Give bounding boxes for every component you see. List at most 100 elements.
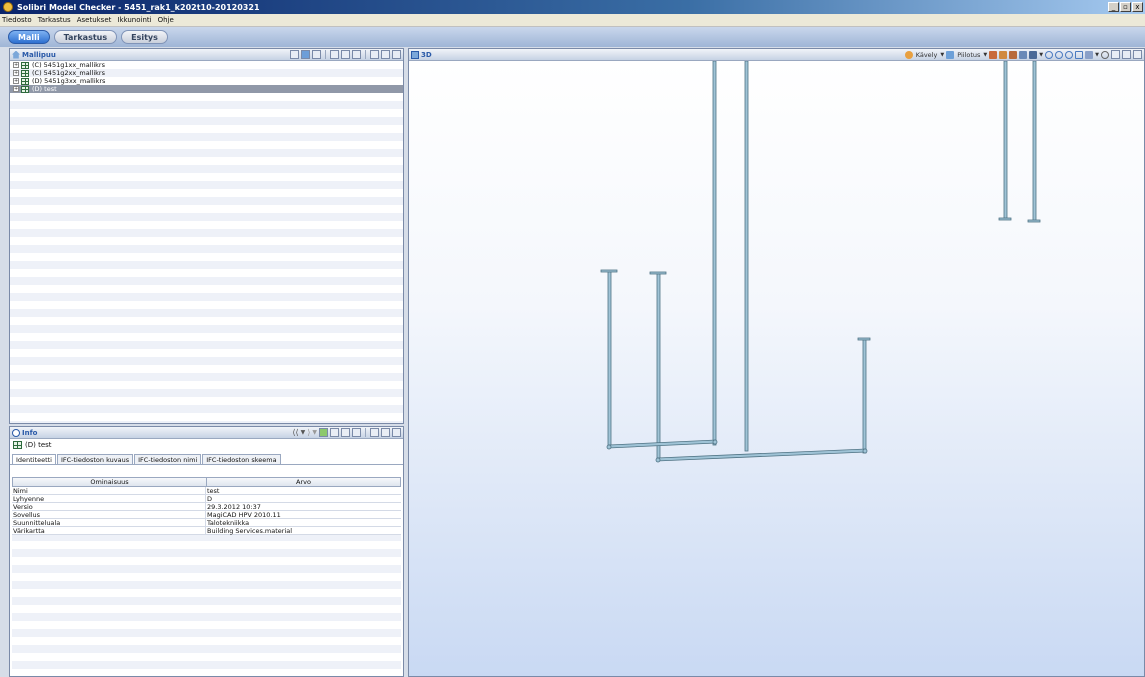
menu-ikkunointi[interactable]: Ikkunointi (117, 16, 151, 24)
menu-tarkastus[interactable]: Tarkastus (38, 16, 71, 24)
menu-asetukset[interactable]: Asetukset (77, 16, 112, 24)
model-icon (21, 85, 29, 93)
table-row[interactable]: Lyhyenne D (12, 495, 401, 503)
close-panel-icon[interactable] (392, 428, 401, 437)
table-row[interactable]: Versio 29.3.2012 10:37 (12, 503, 401, 511)
camera-icon[interactable] (1029, 50, 1038, 59)
zoom-window-icon[interactable] (1075, 50, 1084, 59)
perspective-esitys-button[interactable]: Esitys (121, 30, 168, 44)
collapse-all-icon[interactable] (341, 428, 350, 437)
property-name: Versio (12, 503, 206, 511)
tree-item[interactable]: + (D) 5451g3xx_mallikrs (10, 77, 403, 85)
title-bar: Solibri Model Checker - 5451_rak1_k202t1… (0, 0, 1145, 14)
pipe-cap (649, 271, 667, 275)
model-tree-toolbar (290, 50, 401, 59)
dropdown-icon[interactable]: ▼ (1039, 52, 1043, 58)
column-header-value[interactable]: Arvo (207, 478, 400, 486)
pipe-segment (862, 338, 867, 454)
property-name: Suunnitteluala (12, 519, 206, 527)
model-tree-header: Mallipuu (10, 49, 403, 61)
transparency-icon[interactable] (989, 50, 998, 59)
maximize-panel-icon[interactable] (381, 428, 390, 437)
property-name: Lyhyenne (12, 495, 206, 503)
pipe-cap (857, 337, 871, 341)
minimize-button[interactable]: _ (1108, 2, 1119, 12)
tab-ifc-nimi[interactable]: IFC-tiedoston nimi (134, 454, 202, 464)
forward-icon[interactable]: ⟩ (307, 428, 310, 437)
tree-item-label: (D) test (32, 85, 57, 93)
measure-icon[interactable] (1085, 50, 1094, 59)
hide-mode-button[interactable]: Piilotus (957, 51, 980, 59)
settings-icon[interactable] (1101, 50, 1109, 59)
view-3d-header: 3D Kävely ▼ Piilotus ▼ ▼ ▼ (409, 49, 1144, 61)
property-name: Sovellus (12, 511, 206, 519)
pipe-joint (655, 457, 661, 463)
restore-panel-icon[interactable] (370, 428, 379, 437)
pipe-joint (862, 448, 868, 454)
expand-all-icon[interactable] (330, 428, 339, 437)
sync-icon[interactable] (319, 428, 328, 437)
expand-icon[interactable]: + (13, 86, 19, 92)
tab-identiteetti[interactable]: Identiteetti (12, 454, 56, 464)
expand-icon[interactable]: + (13, 78, 19, 84)
zoom-in-icon[interactable] (1055, 50, 1064, 59)
collapse-all-icon[interactable] (341, 50, 350, 59)
section-icon[interactable] (999, 50, 1008, 59)
filter-icon[interactable] (290, 50, 299, 59)
table-row[interactable]: Nimi test (12, 487, 401, 495)
tree-item[interactable]: + (C) 5451g2xx_mallikrs (10, 69, 403, 77)
slice-icon[interactable] (1009, 50, 1018, 59)
expand-icon[interactable]: + (13, 62, 19, 68)
perspective-tarkastus-button[interactable]: Tarkastus (53, 30, 118, 44)
dropdown-icon[interactable]: ▼ (301, 429, 306, 436)
table-row[interactable]: Värikartta Building Services.material (12, 527, 401, 535)
restore-panel-icon[interactable] (370, 50, 379, 59)
restore-panel-icon[interactable] (1111, 50, 1120, 59)
tree-item-selected[interactable]: + (D) test (10, 85, 403, 93)
walk-mode-button[interactable]: Kävely (916, 51, 938, 59)
close-panel-icon[interactable] (1133, 50, 1142, 59)
tab-ifc-skeema[interactable]: IFC-tiedoston skeema (202, 454, 281, 464)
menu-ohje[interactable]: Ohje (158, 16, 174, 24)
dropdown-icon[interactable]: ▼ (1095, 52, 1099, 58)
table-row[interactable]: Suunnitteluala Talotekniikka (12, 519, 401, 527)
window-title: Solibri Model Checker - 5451_rak1_k202t1… (17, 2, 260, 12)
menu-tiedosto[interactable]: Tiedosto (2, 16, 32, 24)
info-tabs: Identiteetti IFC-tiedoston kuvaus IFC-ti… (10, 454, 403, 465)
maximize-panel-icon[interactable] (1122, 50, 1131, 59)
restore-button[interactable]: ▫ (1120, 2, 1131, 12)
expand-icon[interactable]: + (13, 70, 19, 76)
close-button[interactable]: x (1132, 2, 1143, 12)
info-icon (12, 428, 20, 437)
back-icon[interactable]: ⟨⟨ (292, 428, 298, 437)
expand-all-icon[interactable] (330, 50, 339, 59)
zoom-out-icon[interactable] (1065, 50, 1074, 59)
select-icon[interactable] (301, 50, 310, 59)
close-panel-icon[interactable] (392, 50, 401, 59)
tree-item[interactable]: + (C) 5451g1xx_mallikrs (10, 61, 403, 69)
model-tree-title: Mallipuu (22, 50, 56, 59)
3d-canvas[interactable] (409, 60, 1144, 676)
info-selected-item: (D) test (10, 439, 403, 451)
list-icon[interactable] (312, 50, 321, 59)
dropdown-icon[interactable]: ▼ (312, 429, 317, 436)
perspective-malli-button[interactable]: Malli (8, 30, 50, 44)
dropdown-icon[interactable]: ▼ (983, 52, 987, 58)
column-header-property[interactable]: Ominaisuus (13, 478, 207, 486)
table-row[interactable]: Sovellus MagiCAD HPV 2010.11 (12, 511, 401, 519)
menu-bar: Tiedosto Tarkastus Asetukset Ikkunointi … (0, 14, 1145, 27)
view-3d-title: 3D (421, 50, 432, 59)
flat-list-icon[interactable] (352, 50, 361, 59)
tree-item-label: (C) 5451g2xx_mallikrs (32, 69, 105, 77)
selected-item-label: (D) test (25, 441, 52, 449)
dropdown-icon[interactable]: ▼ (940, 52, 944, 58)
layers-icon[interactable] (1019, 50, 1028, 59)
maximize-panel-icon[interactable] (381, 50, 390, 59)
zoom-fit-icon[interactable] (1045, 50, 1054, 59)
window-controls: _ ▫ x (1108, 2, 1143, 12)
tab-ifc-kuvaus[interactable]: IFC-tiedoston kuvaus (56, 454, 134, 464)
pipe-segment (656, 272, 661, 460)
list-icon[interactable] (352, 428, 361, 437)
property-name: Värikartta (12, 527, 206, 535)
view-3d-panel: 3D Kävely ▼ Piilotus ▼ ▼ ▼ (408, 48, 1145, 677)
